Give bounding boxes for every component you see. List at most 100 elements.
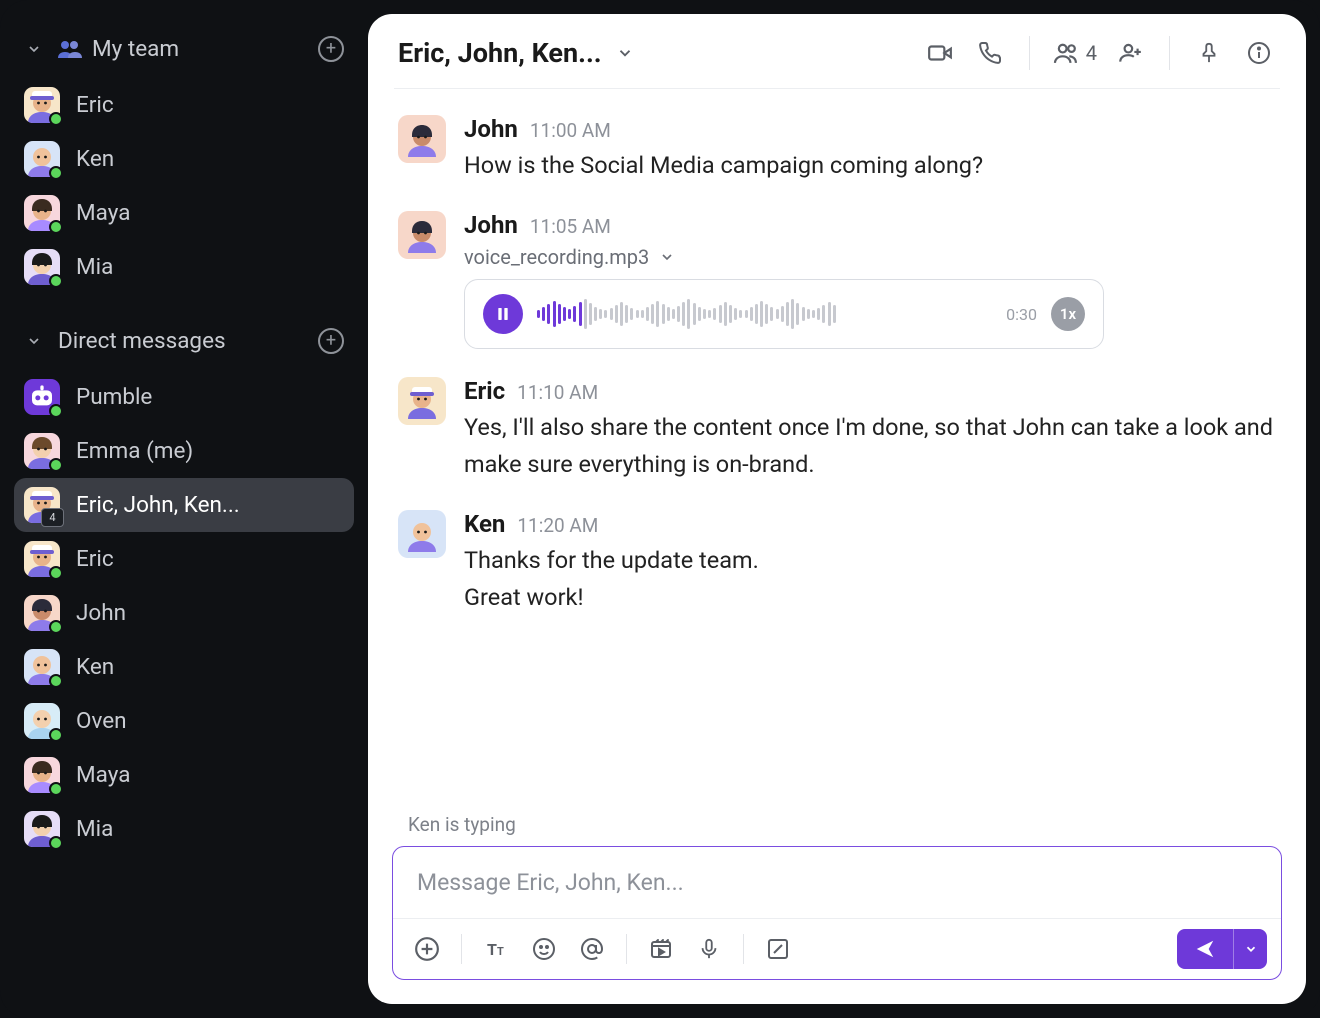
sidebar-item-label: John — [76, 600, 126, 626]
record-video-button[interactable] — [641, 929, 681, 969]
avatar — [24, 703, 60, 739]
sidebar-item-dm-5[interactable]: Ken — [0, 640, 368, 694]
message-author: Ken — [464, 510, 505, 538]
record-audio-button[interactable] — [689, 929, 729, 969]
sidebar: My team + Eric Ken Maya — [0, 0, 368, 1018]
member-count: 4 — [1086, 41, 1097, 65]
voice-call-button[interactable] — [973, 36, 1007, 70]
chat-title-button[interactable]: Eric, John, Ken... — [398, 37, 909, 69]
sidebar-item-dm-8[interactable]: Mia — [0, 802, 368, 856]
waveform[interactable] — [537, 294, 992, 334]
send-options-button[interactable] — [1233, 929, 1267, 969]
sidebar-item-label: Maya — [76, 200, 130, 226]
message-author: Eric — [464, 377, 505, 405]
divider — [743, 934, 744, 964]
mention-button[interactable] — [572, 929, 612, 969]
format-button[interactable]: TT — [476, 929, 516, 969]
message-time: 11:10 AM — [517, 381, 598, 404]
message: John 11:05 AM voice_recording.mp3 0:30 1… — [398, 197, 1276, 363]
divider — [461, 934, 462, 964]
sidebar-item-label: Ken — [76, 146, 114, 172]
message-text: Yes, I'll also share the content once I'… — [464, 409, 1276, 482]
sidebar-item-team-3[interactable]: Mia — [0, 240, 368, 294]
sidebar-item-label: Eric — [76, 92, 114, 118]
message-text: Thanks for the update team.Great work! — [464, 542, 1276, 615]
add-dm-button[interactable]: + — [318, 328, 344, 354]
sidebar-item-label: Emma (me) — [76, 438, 193, 464]
team-section-header[interactable]: My team + — [0, 28, 368, 74]
message: Eric 11:10 AM Yes, I'll also share the c… — [398, 363, 1276, 496]
message-input[interactable]: Message Eric, John, Ken... — [393, 847, 1281, 918]
sidebar-item-team-0[interactable]: Eric — [0, 78, 368, 132]
chevron-down-icon — [24, 41, 44, 57]
pin-button[interactable] — [1192, 36, 1226, 70]
divider — [1169, 36, 1170, 70]
message-time: 11:00 AM — [530, 119, 611, 142]
message: Ken 11:20 AM Thanks for the update team.… — [398, 496, 1276, 629]
message-author: John — [464, 211, 518, 239]
sidebar-item-dm-2[interactable]: Eric, John, Ken... — [14, 478, 354, 532]
chat-header: Eric, John, Ken... 4 — [368, 14, 1306, 88]
chat-title: Eric, John, Ken... — [398, 37, 602, 69]
avatar — [24, 87, 60, 123]
members-button[interactable]: 4 — [1052, 41, 1097, 65]
avatar — [24, 379, 60, 415]
send-button[interactable] — [1177, 929, 1233, 969]
sidebar-item-dm-6[interactable]: Oven — [0, 694, 368, 748]
avatar — [24, 141, 60, 177]
playback-speed-button[interactable]: 1x — [1051, 297, 1085, 331]
sidebar-item-dm-4[interactable]: John — [0, 586, 368, 640]
avatar — [398, 510, 446, 558]
sidebar-item-label: Eric, John, Ken... — [76, 492, 240, 518]
attachment-name: voice_recording.mp3 — [464, 245, 649, 269]
avatar — [24, 757, 60, 793]
dm-section-title: Direct messages — [58, 328, 226, 354]
sidebar-item-dm-7[interactable]: Maya — [0, 748, 368, 802]
svg-text:T: T — [487, 940, 497, 959]
chevron-down-icon — [24, 333, 44, 349]
emoji-button[interactable] — [524, 929, 564, 969]
avatar — [24, 649, 60, 685]
sidebar-item-label: Maya — [76, 762, 130, 788]
avatar — [24, 433, 60, 469]
video-call-button[interactable] — [923, 36, 957, 70]
divider — [626, 934, 627, 964]
chevron-down-icon — [659, 249, 675, 265]
team-section-title: My team — [92, 36, 179, 62]
sidebar-item-team-1[interactable]: Ken — [0, 132, 368, 186]
dm-section-header[interactable]: Direct messages + — [0, 320, 368, 366]
sidebar-item-label: Mia — [76, 254, 113, 280]
shortcuts-button[interactable] — [758, 929, 798, 969]
avatar — [24, 195, 60, 231]
add-attachment-button[interactable] — [407, 929, 447, 969]
message-author: John — [464, 115, 518, 143]
avatar — [398, 377, 446, 425]
avatar — [398, 115, 446, 163]
people-icon — [58, 40, 82, 58]
sidebar-item-label: Ken — [76, 654, 114, 680]
sidebar-item-dm-0[interactable]: Pumble — [0, 370, 368, 424]
svg-text:T: T — [497, 945, 504, 958]
pause-button[interactable] — [483, 294, 523, 334]
sidebar-item-label: Pumble — [76, 384, 152, 410]
info-button[interactable] — [1242, 36, 1276, 70]
message-time: 11:05 AM — [530, 215, 611, 238]
divider — [1029, 36, 1030, 70]
sidebar-item-label: Oven — [76, 708, 127, 734]
sidebar-item-label: Eric — [76, 546, 114, 572]
add-member-button[interactable] — [1113, 36, 1147, 70]
sidebar-item-team-2[interactable]: Maya — [0, 186, 368, 240]
attachment-row[interactable]: voice_recording.mp3 — [464, 245, 1276, 269]
message-list: John 11:00 AM How is the Social Media ca… — [368, 89, 1306, 809]
message-composer: Message Eric, John, Ken... TT — [392, 846, 1282, 980]
avatar — [24, 249, 60, 285]
avatar — [24, 487, 60, 523]
sidebar-item-dm-3[interactable]: Eric — [0, 532, 368, 586]
message: John 11:00 AM How is the Social Media ca… — [398, 101, 1276, 197]
add-team-member-button[interactable]: + — [318, 36, 344, 62]
voice-player: 0:30 1x — [464, 279, 1104, 349]
typing-indicator: Ken is typing — [368, 809, 1306, 846]
avatar — [24, 595, 60, 631]
sidebar-item-dm-1[interactable]: Emma (me) — [0, 424, 368, 478]
chevron-down-icon — [616, 44, 634, 62]
